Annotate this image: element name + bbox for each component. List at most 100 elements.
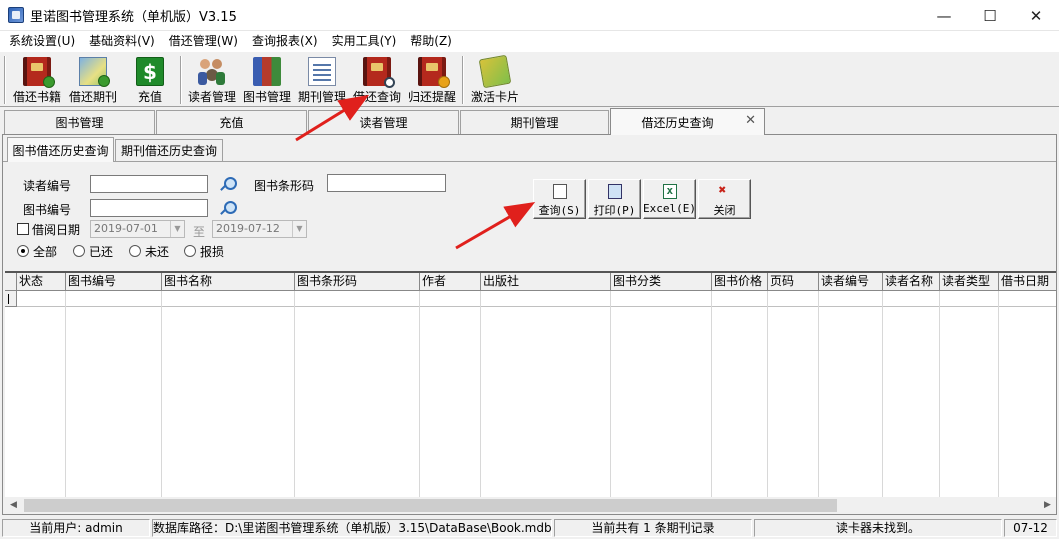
history-grid[interactable]: 状态 图书编号 图书名称 图书条形码 作者 出版社 图书分类 图书价格 页码 读… [5,271,1056,501]
new-document-icon [552,184,567,199]
date-to-picker[interactable]: 2019-07-12 ▼ [212,220,307,238]
menu-help[interactable]: 帮助(Z) [403,31,459,51]
tab-borrow-history[interactable]: 借还历史查询 ✕ [610,108,765,135]
col-header-category[interactable]: 图书分类 [611,273,712,291]
book-search-icon [363,57,395,88]
close-tab-icon[interactable]: ✕ [745,113,756,128]
status-radio-returned[interactable] [73,245,85,257]
print-preview-icon [607,184,622,199]
window-controls: — ☐ ✕ [921,0,1059,31]
periodical-icon [79,57,110,87]
tab-book-management[interactable]: 图书管理 [4,110,155,134]
col-header-publisher[interactable]: 出版社 [481,273,611,291]
menu-basic-data[interactable]: 基础资料(V) [82,31,162,51]
grid-col-line [998,291,999,501]
scroll-right-icon[interactable]: ▶ [1039,497,1056,514]
status-returned-label: 已还 [89,245,114,259]
col-header-status[interactable]: 状态 [17,273,66,291]
col-header-reader-name[interactable]: 读者名称 [883,273,940,291]
col-header-reader-type[interactable]: 读者类型 [940,273,999,291]
periodical-management-label: 期刊管理 [298,90,347,104]
print-button-label: 打印(P) [593,204,636,217]
borrow-book-label: 借还书籍 [13,90,62,104]
col-header-pages[interactable]: 页码 [768,273,819,291]
status-radio-all[interactable] [17,245,29,257]
col-header-book-name[interactable]: 图书名称 [162,273,295,291]
books-icon [253,57,281,86]
menu-query-reports[interactable]: 查询报表(X) [245,31,325,51]
activate-card-button[interactable]: 激活卡片 [471,54,520,105]
grid-col-line [294,291,295,501]
minimize-icon[interactable]: — [921,0,967,31]
reader-no-input[interactable] [90,175,208,193]
status-date: 07-12 [1004,519,1057,537]
borrow-periodical-label: 借还期刊 [69,90,118,104]
subtab-book-history[interactable]: 图书借还历史查询 [7,137,114,162]
book-no-input[interactable] [90,199,208,217]
search-form: 读者编号 图书条形码 图书编号 借阅日期 2019-07-01 ▼ 至 2019… [3,161,1056,270]
table-row[interactable] [5,291,1056,307]
status-unreturned-label: 未还 [145,245,170,259]
grid-col-line [818,291,819,501]
status-radio-unreturned[interactable] [129,245,141,257]
close-icon[interactable]: ✕ [1013,0,1059,31]
status-damaged-label: 报损 [200,245,225,259]
barcode-input[interactable] [327,174,446,192]
col-header-borrow-date[interactable]: 借书日期 [999,273,1056,291]
excel-icon [662,184,677,199]
scroll-left-icon[interactable]: ◀ [5,497,22,514]
periodical-management-button[interactable]: 期刊管理 [298,55,346,105]
reader-management-button[interactable]: 读者管理 [188,55,236,105]
chevron-down-icon[interactable]: ▼ [170,221,184,237]
print-button[interactable]: 打印(P) [588,179,641,219]
borrow-periodical-button[interactable]: 借还期刊 [69,55,117,105]
borrow-date-checkbox[interactable] [17,223,29,235]
borrow-book-button[interactable]: 借还书籍 [13,55,61,105]
menu-system-settings[interactable]: 系统设置(U) [2,31,82,51]
toolbar: 借还书籍 借还期刊 $ 充值 读者管理 图书管理 期刊管理 借还查询 归还提醒 [0,51,1059,107]
chevron-down-icon[interactable]: ▼ [292,221,306,237]
query-button[interactable]: 查询(S) [533,179,586,219]
tab-borrow-history-label: 借还历史查询 [641,115,714,130]
borrow-query-button[interactable]: 借还查询 [353,55,401,105]
tab-periodical-management[interactable]: 期刊管理 [460,110,609,134]
tab-reader-management[interactable]: 读者管理 [308,110,459,134]
grid-col-line [65,291,66,501]
book-no-label: 图书编号 [23,203,72,217]
col-header-book-no[interactable]: 图书编号 [66,273,162,291]
col-header-author[interactable]: 作者 [420,273,481,291]
subtab-periodical-history[interactable]: 期刊借还历史查询 [115,139,223,161]
borrow-date-label: 借阅日期 [32,223,81,237]
close-button[interactable]: 关闭 [698,179,751,219]
col-header-barcode[interactable]: 图书条形码 [295,273,420,291]
reader-search-icon[interactable] [219,176,237,192]
menu-borrow-return[interactable]: 借还管理(W) [162,31,245,51]
barcode-label: 图书条形码 [254,179,315,193]
card-icon [478,54,512,89]
book-reminder-icon [418,57,450,88]
scrollbar-thumb[interactable] [24,499,837,512]
col-header-price[interactable]: 图书价格 [712,273,768,291]
horizontal-scrollbar[interactable]: ◀ ▶ [5,497,1056,514]
maximize-icon[interactable]: ☐ [967,0,1013,31]
col-header-reader-no[interactable]: 读者编号 [819,273,883,291]
date-from-picker[interactable]: 2019-07-01 ▼ [90,220,185,238]
book-management-button[interactable]: 图书管理 [243,55,291,105]
activate-card-label: 激活卡片 [471,90,520,104]
recharge-label: 充值 [137,90,162,104]
grid-col-line [419,291,420,501]
excel-button[interactable]: Excel(E) [643,179,696,219]
recharge-button[interactable]: $ 充值 [136,55,164,105]
status-bar: 当前用户: admin 数据库路径：D:\里诺图书管理系统（单机版）3.15\D… [0,517,1059,539]
status-card-reader: 读卡器未找到。 [754,519,1002,537]
status-radio-damaged[interactable] [184,245,196,257]
menu-utilities[interactable]: 实用工具(Y) [325,31,404,51]
status-current-user: 当前用户: admin [2,519,150,537]
return-reminder-button[interactable]: 归还提醒 [408,55,456,105]
app-icon [8,7,24,23]
content-panel: 图书借还历史查询 期刊借还历史查询 读者编号 图书条形码 图书编号 借阅日期 2… [2,134,1057,515]
tab-recharge[interactable]: 充值 [156,110,307,134]
main-tab-strip: 图书管理 充值 读者管理 期刊管理 借还历史查询 ✕ [0,108,1059,135]
book-search-icon[interactable] [219,200,237,216]
grid-col-line [882,291,883,501]
